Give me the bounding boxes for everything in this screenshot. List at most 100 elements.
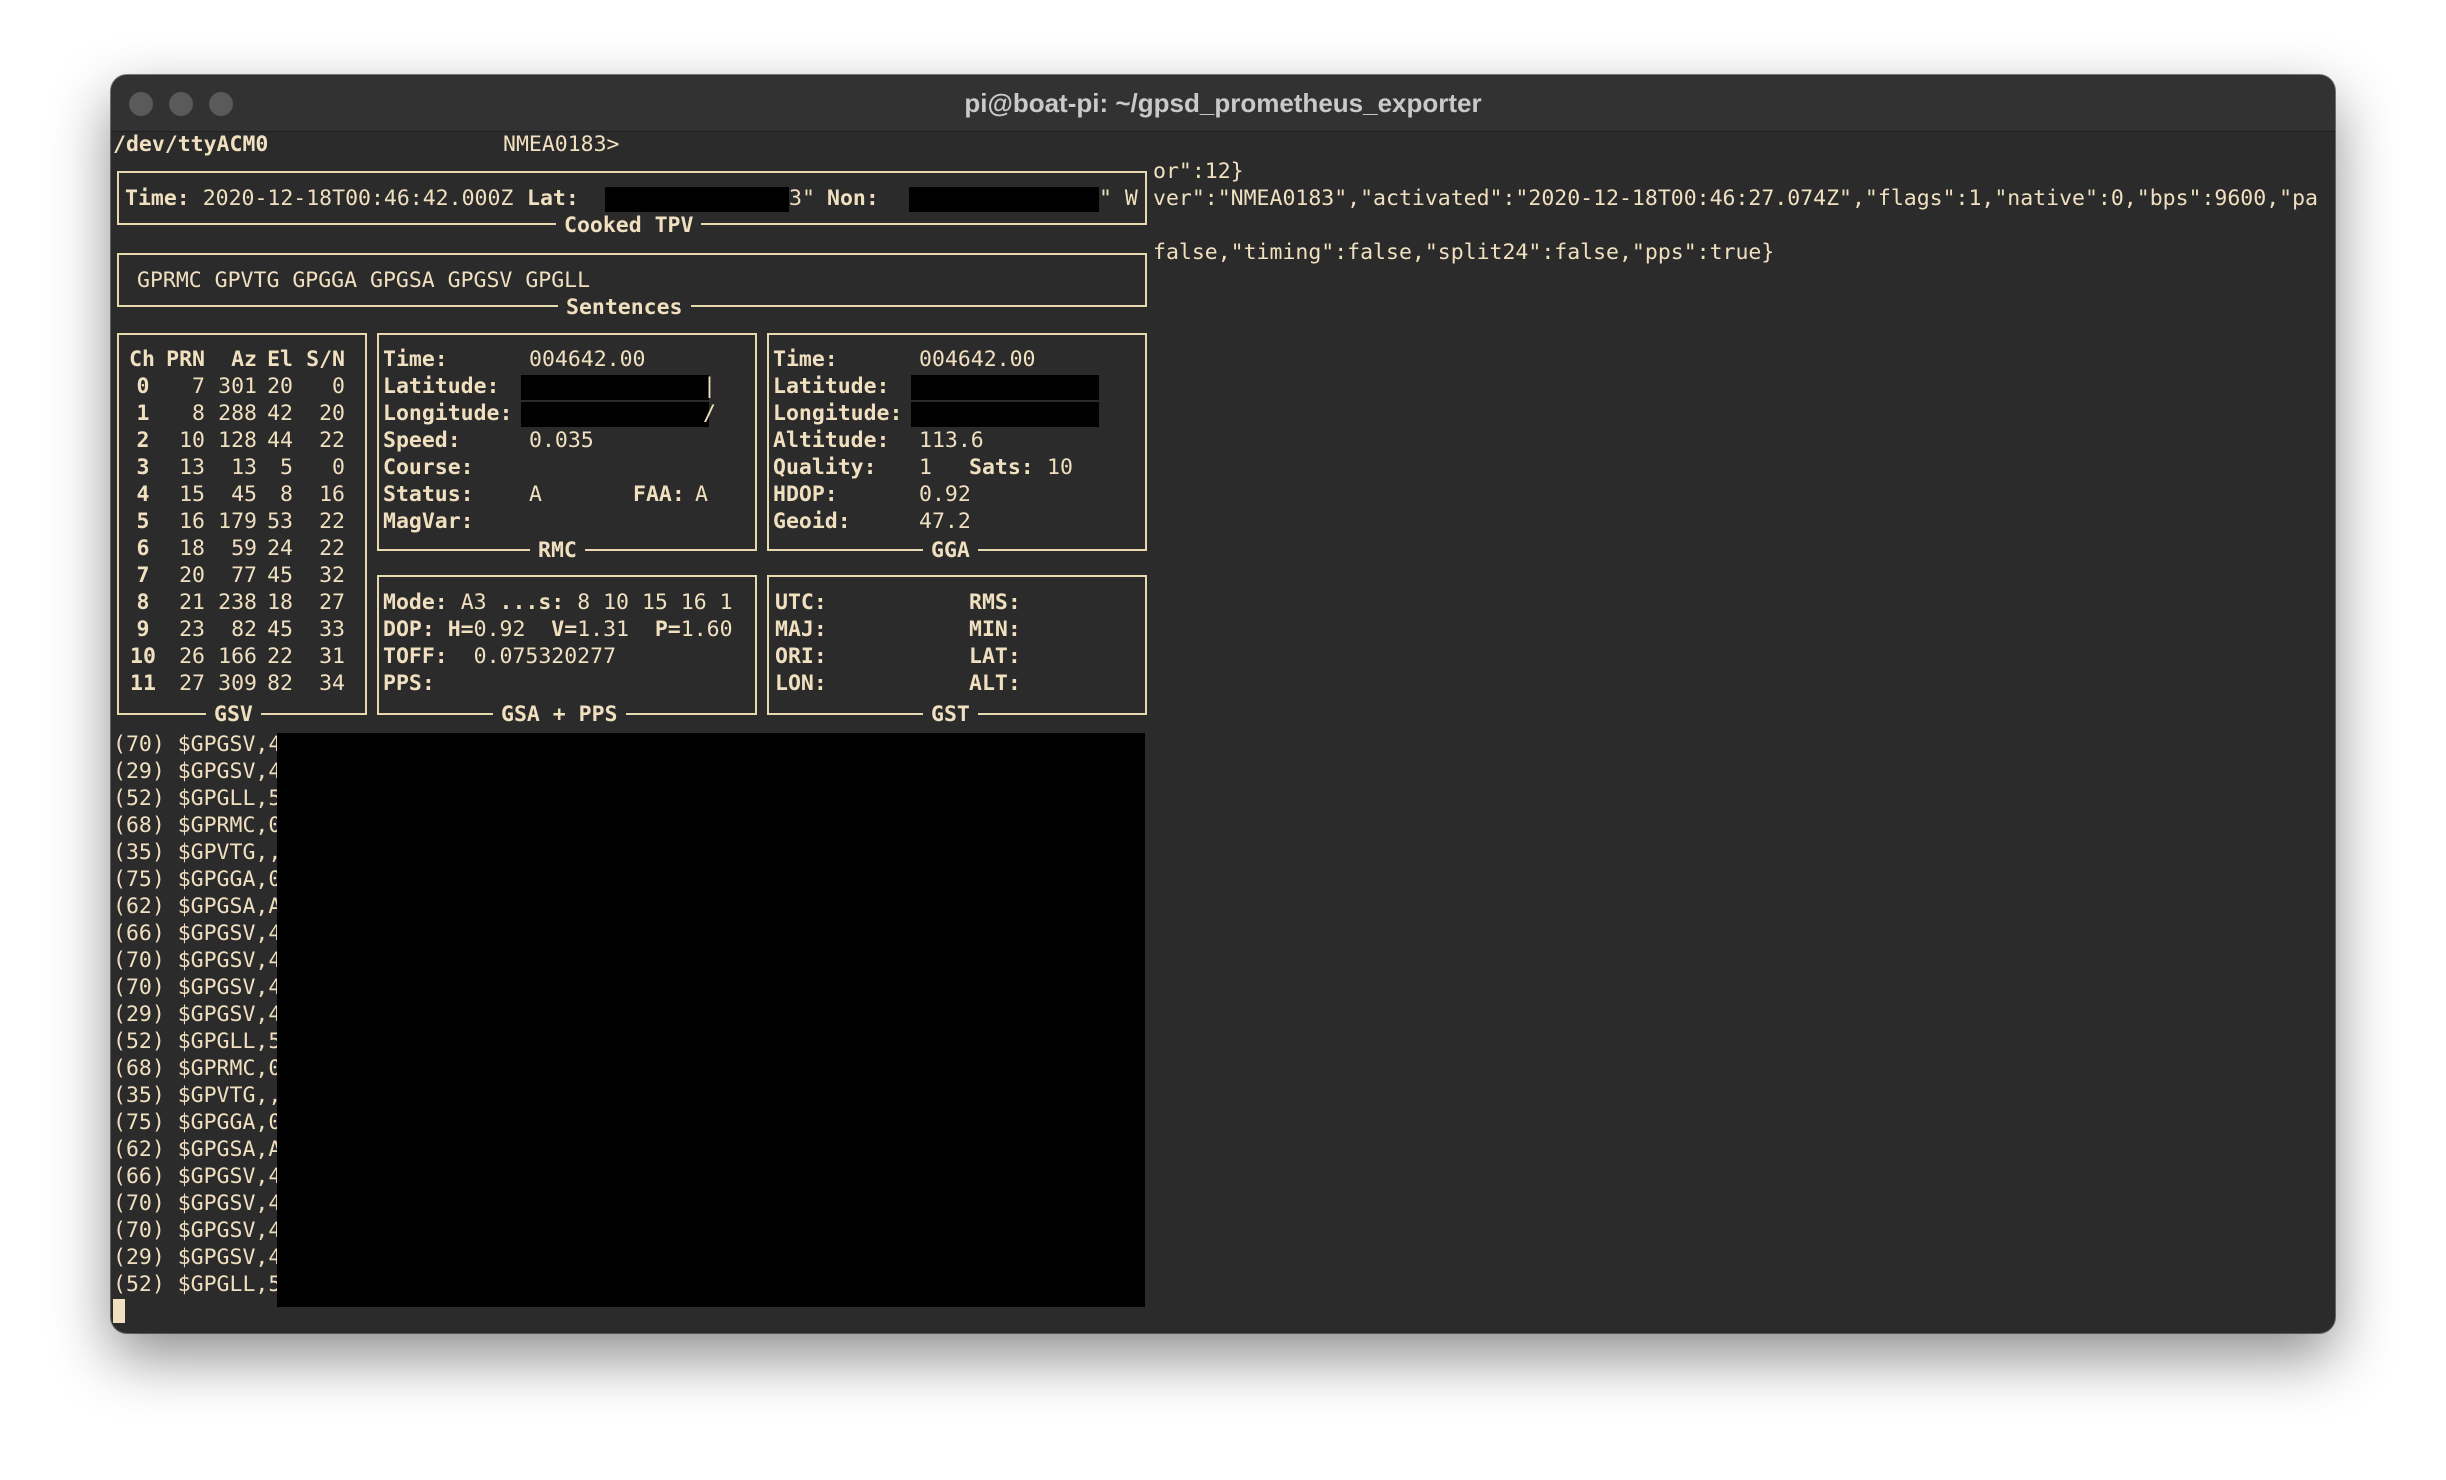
redacted-gga-lat [911, 375, 1099, 400]
rmc-faa-label: FAA: [633, 482, 685, 507]
gsv-cell: 45 [267, 563, 293, 588]
json-line-3: false,"timing":false,"split24":false,"pp… [1153, 240, 1775, 265]
gga-geoid-label: Geoid: [773, 509, 851, 534]
tpv-time-value: 2020-12-18T00:46:42.000Z [202, 186, 514, 211]
gsv-cell: 53 [267, 509, 293, 534]
gga-lat-label: Latitude: [773, 374, 890, 399]
gsa-h-value: 0.92 [473, 617, 526, 642]
rmc-lon-tail: / [703, 401, 716, 426]
redacted-log-block [277, 733, 1145, 1307]
gsv-cell: 20 [179, 563, 205, 588]
gsv-cell: 18 [267, 590, 293, 615]
gsa-caption: GSA + PPS [493, 701, 626, 728]
log-line: (52) $GPGLL,5 [113, 786, 282, 811]
gsv-cell: 27 [179, 671, 205, 696]
gsv-cell: 0 [332, 374, 345, 399]
json-line-1: or":12} [1153, 159, 1244, 184]
gsa-h-label: H= [447, 617, 474, 642]
rmc-course-label: Course: [383, 455, 474, 480]
gga-time-value: 004642.00 [919, 347, 1036, 372]
gsv-cell: 7 [192, 374, 205, 399]
gsv-cell: 0 [332, 455, 345, 480]
gsv-cell: 22 [319, 536, 345, 561]
gsv-header-cell: PRN [166, 347, 205, 372]
rmc-caption: RMC [530, 537, 585, 564]
gsv-cell: 8 [192, 401, 205, 426]
log-line: (66) $GPGSV,4 [113, 921, 282, 946]
gsa-p-value: 1.60 [680, 617, 733, 642]
log-line: (66) $GPGSV,4 [113, 1164, 282, 1189]
log-line: (70) $GPGSV,4 [113, 1218, 282, 1243]
gsv-cell: 10 [179, 428, 205, 453]
log-line: (52) $GPGLL,5 [113, 1029, 282, 1054]
gsa-v-value: 1.31 [577, 617, 629, 642]
tpv-lon-tail: " W [1099, 186, 1138, 211]
gga-sats-label: Sats: [969, 455, 1034, 480]
gsv-caption: GSV [206, 701, 261, 728]
json-line-2: ver":"NMEA0183","activated":"2020-12-18T… [1153, 186, 2318, 211]
gsv-header-cell: S/N [306, 347, 345, 372]
gsv-cell: 16 [179, 509, 205, 534]
terminal-content[interactable]: /dev/ttyACM0 NMEA0183> or":12} ver":"NME… [111, 131, 2335, 1333]
gsa-sats-value: 8 10 15 16 1 [577, 590, 733, 615]
gsv-cell: 31 [319, 644, 345, 669]
rmc-speed-label: Speed: [383, 428, 461, 453]
rmc-status-value: A [529, 482, 542, 507]
gst-alt-label: ALT: [969, 671, 1021, 696]
gsv-cell: 23 [179, 617, 205, 642]
gsv-cell: 24 [267, 536, 293, 561]
log-line: (29) $GPGSV,4 [113, 1245, 282, 1270]
gsa-mode-value: A3 [460, 590, 487, 615]
gga-alt-label: Altitude: [773, 428, 890, 453]
log-line: (29) $GPGSV,4 [113, 1002, 282, 1027]
rmc-faa-value: A [695, 482, 708, 507]
log-line: (75) $GPGGA,0 [113, 867, 282, 892]
gsv-cell: 8 [280, 482, 293, 507]
tpv-caption: Cooked TPV [556, 212, 702, 239]
gsv-cell: 15 [179, 482, 205, 507]
log-line: (29) $GPGSV,4 [113, 759, 282, 784]
gsa-toff-label: TOFF: [383, 644, 448, 669]
gsv-cell: 27 [319, 590, 345, 615]
gsv-cell: 20 [319, 401, 345, 426]
gsv-cell: 45 [267, 617, 293, 642]
rmc-lat-tail: | [703, 374, 716, 399]
redacted-lat [605, 187, 789, 212]
log-line: (35) $GPVTG,, [113, 1083, 282, 1108]
gsv-header-cell: El [267, 347, 293, 372]
input-mode: NMEA0183> [503, 132, 620, 157]
redacted-rmc-lat [521, 375, 709, 400]
gsv-cell: 44 [267, 428, 293, 453]
gst-maj-label: MAJ: [775, 617, 827, 642]
gga-hdop-label: HDOP: [773, 482, 838, 507]
log-line: (68) $GPRMC,0 [113, 813, 282, 838]
log-line: (70) $GPGSV,4 [113, 948, 282, 973]
gga-hdop-value: 0.92 [919, 482, 971, 507]
gsa-v-label: V= [551, 617, 578, 642]
rmc-lat-label: Latitude: [383, 374, 500, 399]
gsa-toff-value: 0.075320277 [473, 644, 617, 669]
gst-ori-label: ORI: [775, 644, 827, 669]
gga-sats-value: 10 [1047, 455, 1073, 480]
gga-quality-value: 1 [919, 455, 932, 480]
gsv-cell: 42 [267, 401, 293, 426]
tpv-lat-label: Lat: [527, 186, 579, 211]
rmc-status-label: Status: [383, 482, 474, 507]
gga-alt-value: 113.6 [919, 428, 984, 453]
log-line: (75) $GPGGA,0 [113, 1110, 282, 1135]
log-line: (70) $GPGSV,4 [113, 732, 282, 757]
gsa-mode-label: Mode: [383, 590, 448, 615]
tpv-time-label: Time: [125, 186, 190, 211]
tpv-lat-tail: 3" [789, 186, 815, 211]
gga-quality-label: Quality: [773, 455, 877, 480]
gsv-cell: 82 [267, 671, 293, 696]
title-bar[interactable]: pi@boat-pi: ~/gpsd_prometheus_exporter [111, 75, 2335, 132]
gsa-sats-label: ...s: [499, 590, 565, 615]
rmc-lon-label: Longitude: [383, 401, 513, 426]
rmc-time-value: 004642.00 [529, 347, 646, 372]
window-title: pi@boat-pi: ~/gpsd_prometheus_exporter [964, 88, 1482, 118]
gst-lon-label: LON: [775, 671, 827, 696]
redacted-rmc-lon [521, 402, 709, 427]
log-line: (68) $GPRMC,0 [113, 1056, 282, 1081]
gsv-cell: 33 [319, 617, 345, 642]
